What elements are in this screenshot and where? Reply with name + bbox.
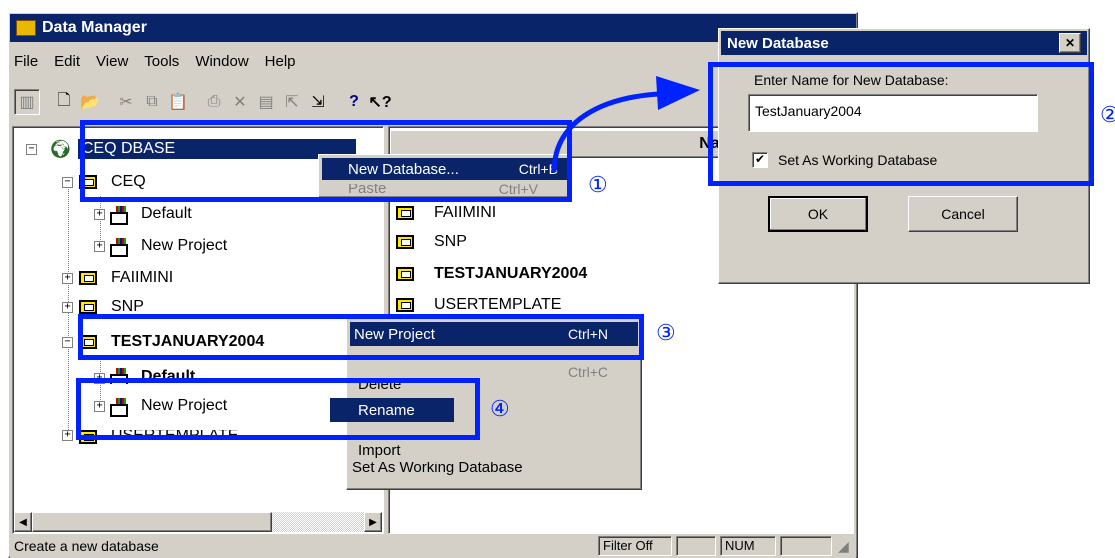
ok-button[interactable]: OK	[768, 196, 868, 232]
copy-icon[interactable]: ⧉	[140, 90, 164, 114]
menu-item-import[interactable]: Import	[358, 442, 401, 459]
status-empty-2	[780, 536, 832, 556]
scroll-thumb[interactable]	[32, 512, 272, 532]
paste-icon[interactable]: 📋	[166, 90, 190, 114]
list-item-label: TESTJANUARY2004	[434, 265, 588, 282]
folder-icon[interactable]: ▥	[14, 89, 40, 115]
project-icon	[109, 238, 128, 257]
globe-icon: 🌍︎	[49, 138, 72, 159]
expand-icon[interactable]: +	[94, 208, 105, 220]
database-icon	[396, 206, 414, 220]
tree-item-default[interactable]: + Default	[94, 202, 192, 226]
dialog-title-bar[interactable]: New Database ✕	[721, 31, 1087, 55]
resize-grip-icon[interactable]: ◢	[838, 538, 849, 555]
export-icon[interactable]: ⇱	[280, 90, 304, 114]
toolbar: ▥ 🗋 📂 ✂ ⧉ 📋 ⎙ ✕ ▤ ⇱ ⇲ ? ↖?	[14, 86, 574, 118]
tree-item-label: FAIIMINI	[111, 269, 174, 286]
list-item[interactable]: FAIIMINI	[396, 202, 496, 220]
expand-icon[interactable]: +	[94, 240, 105, 252]
window-title: Data Manager	[42, 19, 147, 36]
delete-icon[interactable]: ✕	[228, 90, 252, 114]
status-num: NUM	[720, 536, 776, 556]
callout-box-1	[80, 120, 572, 202]
close-icon[interactable]: ✕	[1059, 33, 1081, 53]
menu-edit[interactable]: Edit	[54, 53, 80, 70]
list-item[interactable]: TESTJANUARY2004	[396, 262, 587, 286]
list-item-label: SNP	[434, 233, 467, 250]
menu-file[interactable]: File	[14, 53, 38, 70]
database-icon	[396, 267, 414, 281]
status-filter: Filter Off	[598, 536, 672, 556]
callout-number-2: ②	[1100, 102, 1115, 127]
list-item[interactable]: SNP	[396, 230, 467, 254]
collapse-icon[interactable]: −	[26, 143, 37, 155]
collapse-icon[interactable]: −	[62, 336, 73, 348]
menu-view[interactable]: View	[96, 53, 128, 70]
folder-icon	[16, 20, 36, 36]
database-icon	[79, 300, 97, 314]
list-item-label: FAIIMINI	[434, 204, 497, 221]
status-bar: Create a new database Filter Off NUM ◢	[10, 534, 856, 558]
database-icon	[396, 235, 414, 249]
menu-item-set-working[interactable]: Set As Working Database	[352, 462, 523, 480]
help-icon[interactable]: ?	[342, 90, 366, 114]
properties-icon[interactable]: ▤	[254, 90, 278, 114]
tree-item-label: New Project	[141, 237, 228, 254]
dialog-title: New Database	[727, 34, 829, 52]
menu-window[interactable]: Window	[195, 53, 248, 70]
open-icon[interactable]: 📂	[78, 90, 102, 114]
menu-item-shortcut: Ctrl+C	[567, 364, 608, 380]
callout-box-3	[78, 314, 644, 360]
collapse-icon[interactable]: −	[62, 176, 73, 188]
expand-icon[interactable]: +	[62, 272, 73, 284]
menu-tools[interactable]: Tools	[144, 53, 179, 70]
list-item-label: USERTEMPLATE	[434, 296, 562, 313]
expand-icon[interactable]: +	[62, 301, 73, 313]
database-icon	[396, 298, 414, 312]
tree-item-new-project[interactable]: + New Project	[94, 234, 227, 258]
status-text: Create a new database	[14, 538, 159, 554]
scroll-left-button[interactable]: ◀	[14, 512, 32, 532]
callout-number-3: ③	[656, 320, 676, 345]
menu-bar: File Edit View Tools Window Help	[14, 48, 514, 74]
print-icon[interactable]: ⎙	[202, 90, 226, 114]
whats-this-icon[interactable]: ↖?	[368, 90, 392, 114]
menu-help[interactable]: Help	[265, 53, 296, 70]
cut-icon[interactable]: ✂	[114, 90, 138, 114]
callout-box-4	[76, 378, 480, 440]
callout-box-2	[708, 62, 1094, 186]
callout-arrow-icon	[551, 76, 700, 173]
project-icon	[109, 206, 128, 225]
tree-hscrollbar[interactable]: ◀ ▶	[14, 512, 382, 532]
callout-number-4: ④	[490, 396, 510, 421]
new-doc-icon[interactable]: 🗋	[52, 90, 76, 114]
tree-item-faiimini[interactable]: + FAIIMINI	[62, 266, 173, 290]
import-icon[interactable]: ⇲	[306, 90, 330, 114]
tree-item-label: Default	[141, 205, 192, 222]
expand-icon[interactable]: +	[62, 430, 73, 441]
list-item[interactable]: USERTEMPLATE	[396, 296, 561, 314]
database-icon	[79, 271, 97, 285]
status-empty-1	[676, 536, 716, 556]
scroll-right-button[interactable]: ▶	[364, 512, 382, 532]
cancel-button[interactable]: Cancel	[908, 196, 1018, 232]
